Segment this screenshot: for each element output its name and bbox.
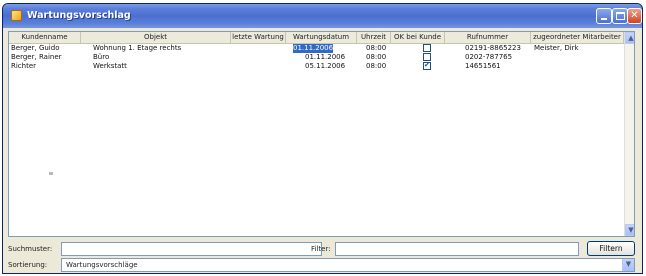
cell-kundenname[interactable]: Berger, Rainer — [11, 53, 79, 62]
maximize-button[interactable] — [612, 8, 628, 24]
cell-wartungsdatum-selected[interactable]: 01.11.2006 — [293, 44, 333, 53]
cell-wartungsdatum[interactable]: 05.11.2006 — [305, 62, 353, 71]
sortierung-select[interactable]: Wartungsvorschläge ▼ — [61, 258, 635, 272]
column-header-uhrzeit[interactable]: Uhrzeit — [357, 32, 391, 44]
cell-mitarbeiter[interactable] — [534, 53, 622, 62]
ok-bei-kunde-checkbox[interactable] — [423, 53, 431, 61]
column-header-rufnummer[interactable]: Rufnummer — [445, 32, 531, 44]
cell-uhrzeit[interactable]: 08:00 — [366, 53, 390, 62]
maximize-icon — [616, 12, 625, 20]
filter-label: Filter: — [311, 245, 331, 253]
cell-wartungsdatum[interactable]: 01.11.2006 — [305, 53, 353, 62]
column-header-mitarbeiter[interactable]: zugeordneter Mitarbeiter — [531, 32, 624, 44]
cell-letzte-wartung[interactable] — [233, 62, 283, 71]
chevron-down-icon: ▼ — [625, 260, 632, 268]
app-icon — [11, 10, 22, 21]
cell-mitarbeiter[interactable] — [534, 62, 622, 71]
cell-rufnummer[interactable]: 0202-787765 — [465, 53, 529, 62]
cell-letzte-wartung[interactable] — [233, 44, 283, 53]
ok-bei-kunde-checkbox[interactable] — [423, 44, 431, 52]
cell-kundenname[interactable]: Richter — [11, 62, 79, 71]
vertical-scrollbar[interactable]: ▲ ▼ — [624, 32, 634, 236]
suchmuster-input[interactable] — [61, 242, 322, 256]
column-header-ok-bei-kunde[interactable]: OK bei Kunde — [391, 32, 445, 44]
cell-rufnummer[interactable]: 02191-8865223 — [465, 44, 529, 53]
ok-bei-kunde-checkbox[interactable] — [423, 61, 431, 70]
wartungsvorschlag-window: Wartungsvorschlag ✕ Kundenname Objekt le… — [2, 3, 643, 274]
empty-grid-area-mark — [49, 172, 53, 175]
minimize-button[interactable] — [596, 8, 612, 24]
chevron-down-icon: ▼ — [628, 226, 634, 234]
title-bar[interactable]: Wartungsvorschlag ✕ — [3, 4, 642, 28]
cell-objekt[interactable]: Werkstatt — [93, 62, 229, 71]
column-header-kundenname[interactable]: Kundenname — [9, 32, 81, 44]
sortierung-label: Sortierung: — [8, 261, 48, 269]
cell-rufnummer[interactable]: 14651561 — [465, 62, 529, 71]
column-header-wartungsdatum[interactable]: Wartungsdatum — [286, 32, 357, 44]
column-header-letzte-wartung[interactable]: letzte Wartung — [231, 32, 286, 44]
scroll-down-button[interactable]: ▼ — [625, 224, 634, 236]
close-icon: ✕ — [630, 10, 639, 21]
suchmuster-label: Suchmuster: — [8, 245, 53, 253]
minimize-icon — [601, 18, 607, 20]
scroll-up-button[interactable]: ▲ — [625, 32, 634, 44]
cell-letzte-wartung[interactable] — [233, 53, 283, 62]
dropdown-button[interactable]: ▼ — [622, 259, 634, 271]
chevron-up-icon: ▲ — [628, 34, 634, 42]
cell-mitarbeiter[interactable]: Meister, Dirk — [534, 44, 622, 53]
cell-kundenname[interactable]: Berger, Guido — [11, 44, 79, 53]
cell-objekt[interactable]: Büro — [93, 53, 229, 62]
close-button[interactable]: ✕ — [627, 8, 642, 24]
column-header-objekt[interactable]: Objekt — [81, 32, 231, 44]
filter-input[interactable] — [335, 242, 579, 256]
sortierung-value: Wartungsvorschläge — [66, 261, 138, 269]
maintenance-grid[interactable]: Kundenname Objekt letzte Wartung Wartung… — [8, 31, 635, 237]
window-title: Wartungsvorschlag — [27, 10, 131, 21]
cell-uhrzeit[interactable]: 08:00 — [366, 44, 390, 53]
filtern-button[interactable]: Filtern — [587, 241, 635, 256]
cell-objekt[interactable]: Wohnung 1. Etage rechts — [93, 44, 229, 53]
cell-uhrzeit[interactable]: 08:00 — [366, 62, 390, 71]
